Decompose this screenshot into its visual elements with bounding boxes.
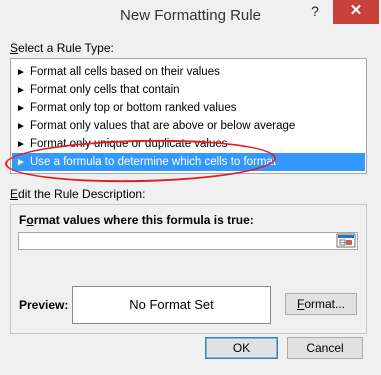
rule-item-label: Format only values that are above or bel… (30, 120, 296, 132)
rule-type-list[interactable]: ► Format all cells based on their values … (10, 58, 367, 174)
rule-item[interactable]: ► Format all cells based on their values (12, 63, 365, 81)
arrow-icon: ► (16, 139, 26, 150)
arrow-icon: ► (16, 121, 26, 132)
format-button[interactable]: Format... (285, 293, 357, 315)
rule-type-label: Select a Rule Type: (10, 41, 114, 55)
rule-item[interactable]: ► Format only cells that contain (12, 81, 365, 99)
rule-item-label: Format only cells that contain (30, 84, 180, 96)
rule-item-label: Use a formula to determine which cells t… (30, 156, 277, 168)
rule-item-label: Format only unique or duplicate values (30, 138, 228, 150)
arrow-icon: ► (16, 103, 26, 114)
rule-item[interactable]: ► Format only unique or duplicate values (12, 135, 365, 153)
description-label-accel: E (10, 187, 19, 201)
formula-label: Format values where this formula is true… (19, 213, 254, 227)
arrow-icon: ► (16, 157, 26, 168)
formula-label-text: rmat values where this formula is true: (33, 213, 254, 227)
ok-button[interactable]: OK (205, 337, 278, 359)
range-select-icon[interactable] (336, 233, 356, 248)
preview-box: No Format Set (72, 286, 271, 324)
rule-item-label: Format all cells based on their values (30, 66, 220, 78)
arrow-icon: ► (16, 85, 26, 96)
title-bar: New Formatting Rule ? ✕ (0, 0, 381, 34)
formula-label-accel: o (26, 213, 34, 227)
help-button[interactable]: ? (300, 0, 330, 24)
close-button[interactable]: ✕ (333, 0, 379, 24)
description-label: Edit the Rule Description: (10, 187, 145, 201)
arrow-icon: ► (16, 67, 26, 78)
description-label-text: dit the Rule Description: (18, 187, 146, 201)
preview-label: Preview: (19, 298, 69, 312)
rule-item[interactable]: ► Format only top or bottom ranked values (12, 99, 365, 117)
format-button-label: ormat... (304, 297, 346, 311)
rule-item-selected[interactable]: ► Use a formula to determine which cells … (12, 153, 365, 171)
rule-type-label-accel: S (10, 41, 19, 55)
cancel-button[interactable]: Cancel (287, 337, 363, 359)
formula-input[interactable] (18, 232, 358, 250)
rule-item-label: Format only top or bottom ranked values (30, 102, 237, 114)
rule-item[interactable]: ► Format only values that are above or be… (12, 117, 365, 135)
rule-type-label-text: elect a Rule Type: (18, 41, 114, 55)
